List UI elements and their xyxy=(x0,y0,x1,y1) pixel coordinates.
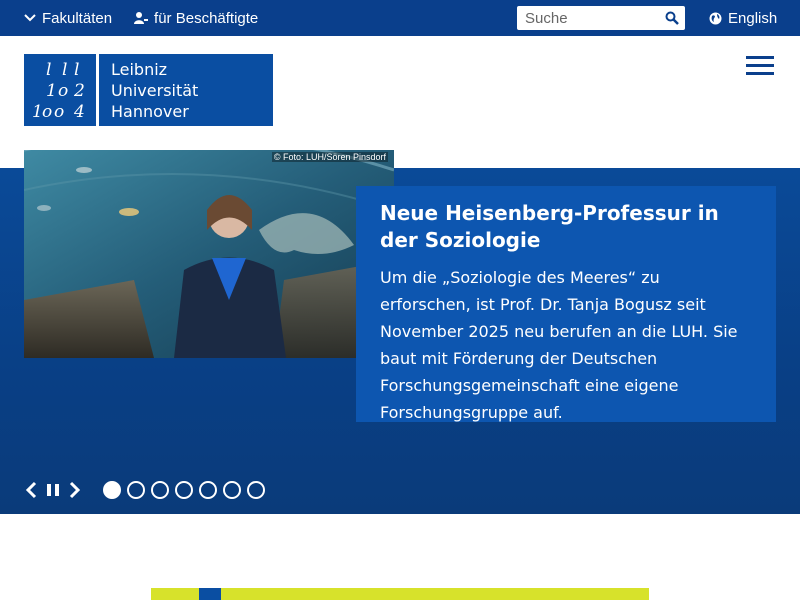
logo-wordmark: Leibniz Universität Hannover xyxy=(99,54,273,126)
svg-text:l: l xyxy=(46,60,51,80)
site-header: l l l 1 o 2 1 o o 4 Leibniz Universität … xyxy=(0,36,800,168)
person-key-icon xyxy=(134,12,149,24)
globe-icon xyxy=(709,12,722,24)
previous-slide-button[interactable] xyxy=(20,480,42,500)
menu-icon[interactable] xyxy=(746,56,774,76)
svg-text:2: 2 xyxy=(73,81,85,101)
faculties-label: Fakultäten xyxy=(42,9,113,27)
svg-text:o: o xyxy=(58,81,68,101)
svg-text:o: o xyxy=(42,102,52,122)
chevron-down-icon xyxy=(24,14,36,22)
slide-teaser-card[interactable]: Neue Heisenberg-Professur in der Soziolo… xyxy=(356,186,776,422)
svg-text:l: l xyxy=(74,60,79,80)
svg-text:l: l xyxy=(62,60,67,80)
slide-indicator-6[interactable] xyxy=(223,481,241,499)
slide-indicator-2[interactable] xyxy=(127,481,145,499)
chevron-right-icon xyxy=(69,481,81,499)
university-logo[interactable]: l l l 1 o 2 1 o o 4 Leibniz Universität … xyxy=(24,54,273,126)
next-slide-button[interactable] xyxy=(64,480,86,500)
promo-banner[interactable] xyxy=(151,588,649,600)
slider-controls xyxy=(20,480,265,500)
aquarium-photo-illustration xyxy=(24,150,394,358)
slide-indicator-7[interactable] xyxy=(247,481,265,499)
hero-photo: © Foto: LUH/Sören Pinsdorf xyxy=(24,150,394,358)
svg-text:o: o xyxy=(54,102,64,122)
search-icon[interactable] xyxy=(665,11,679,25)
language-label: English xyxy=(728,9,778,27)
logo-mark: l l l 1 o 2 1 o o 4 xyxy=(24,54,96,126)
banner-accent xyxy=(199,588,221,600)
language-switch[interactable]: English xyxy=(709,0,777,36)
pause-slider-button[interactable] xyxy=(42,480,64,500)
slide-indicator-3[interactable] xyxy=(151,481,169,499)
logo-line-3: Hannover xyxy=(111,102,189,121)
search-input[interactable] xyxy=(517,7,657,29)
top-bar-links: Fakultäten für Beschäftigte xyxy=(24,0,258,36)
logo-glyphs: l l l 1 o 2 1 o o 4 xyxy=(32,60,85,122)
slide-indicator-5[interactable] xyxy=(199,481,217,499)
staff-label: für Beschäftigte xyxy=(154,9,259,27)
faculties-menu[interactable]: Fakultäten xyxy=(24,10,112,27)
photo-credit: © Foto: LUH/Sören Pinsdorf xyxy=(271,152,388,162)
slide-indicator-1[interactable] xyxy=(103,481,121,499)
search-box xyxy=(517,6,685,30)
chevron-left-icon xyxy=(25,481,37,499)
top-bar: Fakultäten für Beschäftigte English xyxy=(0,0,800,36)
slide-body-text: Um die „Soziologie des Meeres“ zu erfors… xyxy=(380,268,738,422)
slide-indicators xyxy=(103,481,265,499)
logo-line-2: Universität xyxy=(111,81,199,100)
svg-text:1: 1 xyxy=(46,81,57,101)
pause-icon xyxy=(47,484,59,496)
logo-line-1: Leibniz xyxy=(111,60,168,79)
svg-text:4: 4 xyxy=(73,102,85,122)
slide-indicator-4[interactable] xyxy=(175,481,193,499)
slide-headline[interactable]: Neue Heisenberg-Professur in der Soziolo… xyxy=(380,200,752,254)
staff-link[interactable]: für Beschäftigte xyxy=(134,10,258,27)
